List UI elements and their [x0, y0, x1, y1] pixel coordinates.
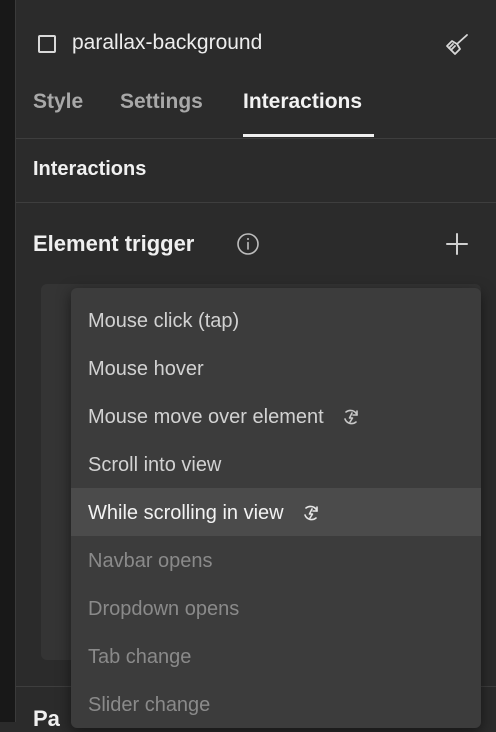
- menu-item-label: Mouse move over element: [88, 405, 324, 428]
- continuous-interaction-icon: [344, 409, 359, 425]
- menu-item-label: Dropdown opens: [88, 597, 240, 620]
- add-trigger-plus-icon[interactable]: [444, 231, 470, 257]
- menu-item-label: Slider change: [88, 693, 211, 716]
- interactions-section-header[interactable]: Interactions: [16, 138, 496, 203]
- element-settings-panel: parallax-background Style Settings Inter…: [15, 0, 496, 731]
- menu-item-scroll-into-view[interactable]: Scroll into view: [71, 440, 481, 488]
- info-icon[interactable]: [236, 232, 260, 256]
- menu-item-label: Mouse hover: [88, 357, 204, 380]
- tab-interactions[interactable]: Interactions: [243, 90, 362, 114]
- panel-tabs: Style Settings Interactions: [16, 80, 496, 139]
- menu-item-mouse-hover[interactable]: Mouse hover: [71, 344, 481, 392]
- element-checkbox-icon[interactable]: [38, 35, 56, 53]
- section-title: Interactions: [33, 158, 147, 180]
- active-tab-indicator: [243, 134, 374, 137]
- tab-style[interactable]: Style: [33, 90, 83, 114]
- panel-header: parallax-background: [16, 0, 496, 80]
- menu-item-label: Mouse click (tap): [88, 309, 240, 332]
- menu-item-label: Navbar opens: [88, 549, 213, 572]
- trigger-dropdown-menu: Mouse click (tap) Mouse hover Mouse move…: [71, 288, 481, 728]
- menu-item-while-scrolling[interactable]: While scrolling in view: [71, 488, 481, 536]
- brush-icon[interactable]: [443, 30, 471, 58]
- menu-item-mouse-move[interactable]: Mouse move over element: [71, 392, 481, 440]
- element-name: parallax-background: [72, 31, 263, 54]
- tab-settings[interactable]: Settings: [120, 90, 203, 114]
- menu-item-slider-change: Slider change: [71, 680, 481, 728]
- menu-item-label: Tab change: [88, 645, 192, 668]
- left-canvas-edge: [0, 0, 15, 722]
- element-trigger-title: Element trigger: [33, 231, 195, 256]
- page-trigger-title: Pa: [33, 706, 60, 731]
- menu-item-tab-change: Tab change: [71, 632, 481, 680]
- menu-item-dropdown-opens: Dropdown opens: [71, 584, 481, 632]
- menu-item-label: While scrolling in view: [88, 501, 284, 524]
- continuous-interaction-icon: [304, 505, 318, 521]
- menu-item-mouse-click[interactable]: Mouse click (tap): [71, 296, 481, 344]
- menu-item-navbar-opens: Navbar opens: [71, 536, 481, 584]
- menu-item-label: Scroll into view: [88, 453, 222, 476]
